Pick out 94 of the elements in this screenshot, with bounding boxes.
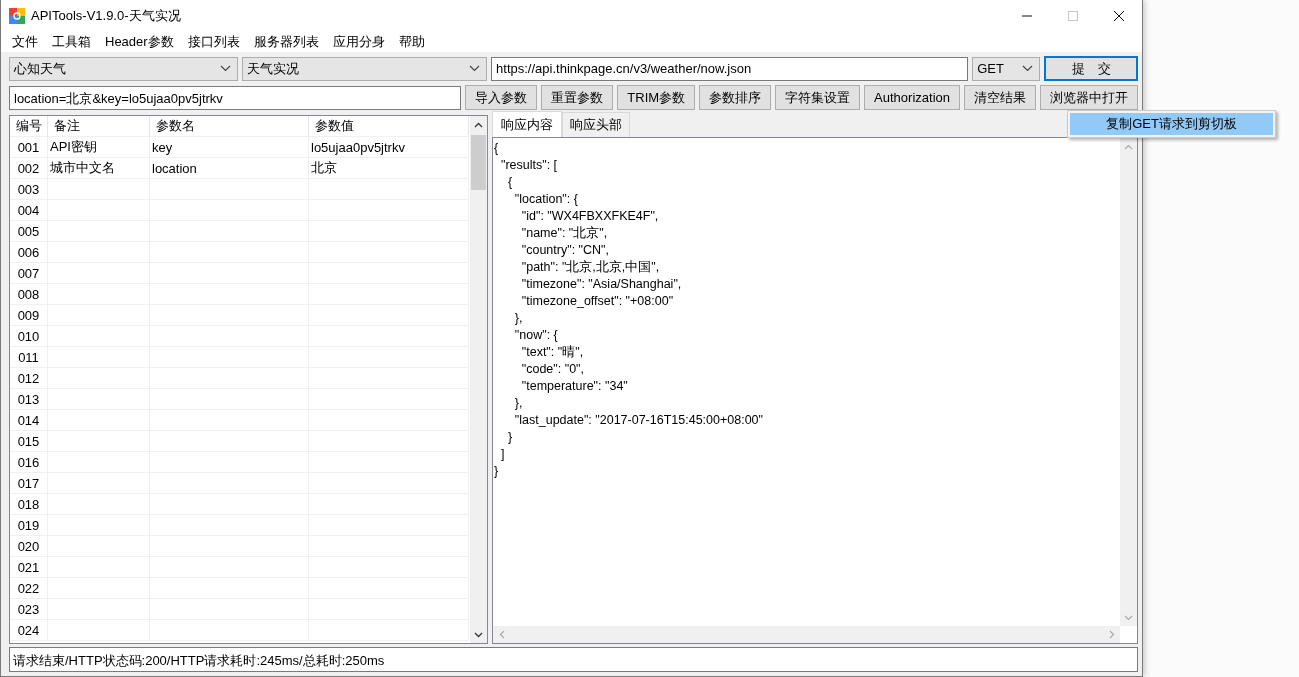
table-cell: 009 (10, 305, 48, 326)
table-cell: 007 (10, 263, 48, 284)
menu-item[interactable]: 应用分身 (325, 33, 392, 51)
window-title: APITools-V1.9.0-天气实况 (30, 7, 182, 25)
submit-button[interactable]: 提 交 (1044, 56, 1138, 81)
code-line: "results": [ (499, 158, 558, 172)
table-cell: 021 (10, 557, 48, 578)
toolbar-button[interactable]: 重置参数 (541, 85, 614, 110)
table-cell: 016 (10, 452, 48, 473)
table-cell: 015 (10, 431, 48, 452)
chevron-down-icon (469, 65, 481, 72)
table-cell: 004 (10, 200, 48, 221)
chevron-down-icon (1022, 65, 1033, 72)
menu-item[interactable]: 帮助 (391, 33, 432, 51)
table-cell: 018 (10, 494, 48, 515)
chevron-up-icon (474, 121, 483, 128)
table-cell: location (150, 158, 309, 179)
table-cell: 023 (10, 599, 48, 620)
table-cell: 008 (10, 284, 48, 305)
table-cell: 011 (10, 347, 48, 368)
toolbar-button[interactable]: 字符集设置 (775, 85, 861, 110)
toolbar-button[interactable]: 浏览器中打开 (1040, 85, 1138, 110)
table-cell: 001 (10, 137, 48, 158)
table-cell: 017 (10, 473, 48, 494)
table-cell: 020 (10, 536, 48, 557)
toolbar-button[interactable]: 导入参数 (465, 85, 538, 110)
code-line: "name": "北京", (520, 226, 608, 240)
code-line: "now": { (513, 328, 558, 342)
dropdown[interactable]: 心知天气 (9, 56, 238, 81)
app-logo-icon (9, 8, 25, 24)
column-header[interactable]: 备注 (48, 116, 150, 137)
code-line: }, (513, 311, 523, 325)
code-line: } (506, 430, 513, 444)
code-line: "path": "北京,北京,中国", (520, 260, 660, 274)
table-cell: 013 (10, 389, 48, 410)
column-header[interactable]: 编号 (10, 116, 48, 137)
code-line: "text": "晴", (520, 345, 584, 359)
table-cell: 北京 (309, 158, 469, 179)
code-line: "country": "CN", (520, 243, 609, 257)
menu-item[interactable]: 文件 (5, 33, 45, 51)
toolbar-button[interactable]: 参数排序 (699, 85, 772, 110)
dropdown[interactable]: 天气实况 (241, 56, 488, 81)
table-cell: API密钥 (48, 137, 150, 158)
chevron-down-icon (1124, 614, 1133, 621)
close-icon (1114, 11, 1124, 21)
toolbar-button[interactable]: 清空结果 (964, 85, 1036, 110)
table-cell: 010 (10, 326, 48, 347)
vertical-scrollbar[interactable] (470, 116, 487, 643)
code-line: "id": "WX4FBXXFKE4F", (520, 209, 659, 223)
menu-item[interactable]: 服务器列表 (246, 33, 326, 51)
menu-item[interactable]: Header参数 (98, 33, 181, 51)
table-cell: 019 (10, 515, 48, 536)
table-cell: 006 (10, 242, 48, 263)
code-line: ] (499, 447, 505, 461)
toolbar-button[interactable]: Authorization (864, 85, 960, 110)
code-line: }, (513, 396, 523, 410)
menu-item[interactable]: 工具箱 (45, 33, 98, 51)
chevron-down-icon (219, 65, 231, 72)
code-line: { (506, 175, 513, 189)
context-menu-item[interactable]: 复制GET请求到剪切板 (1070, 113, 1273, 135)
code-line: { (494, 141, 499, 155)
table-cell: 022 (10, 578, 48, 599)
column-header[interactable]: 参数值 (309, 116, 469, 137)
dropdown[interactable]: GET (972, 56, 1040, 81)
status-bar: 请求结束/HTTP状态码:200/HTTP请求耗时:245ms/总耗时:250ms (9, 647, 1138, 672)
table-cell: 003 (10, 179, 48, 200)
tab[interactable]: 响应头部 (562, 112, 630, 137)
table-cell: 014 (10, 410, 48, 431)
scrollbar-thumb[interactable] (471, 135, 486, 190)
code-line: "timezone": "Asia/Shanghai", (520, 277, 682, 291)
toolbar-button[interactable]: TRIM参数 (617, 85, 696, 110)
table-cell: 012 (10, 368, 48, 389)
table-cell: key (150, 137, 309, 158)
chevron-right-icon (1108, 630, 1115, 639)
url-field[interactable]: https://api.thinkpage.cn/v3/weather/now.json (491, 56, 969, 81)
chevron-up-icon (1124, 143, 1133, 150)
table-cell: lo5ujaa0pv5jtrkv (309, 137, 469, 158)
chevron-down-icon (474, 631, 483, 638)
chevron-left-icon (498, 630, 505, 639)
maximize-icon (1068, 11, 1078, 21)
menu-item[interactable]: 接口列表 (180, 33, 247, 51)
params-field[interactable]: location=北京&key=lo5ujaa0pv5jtrkv (9, 85, 462, 110)
table-cell: 002 (10, 158, 48, 179)
table-cell: 024 (10, 620, 48, 641)
code-line: } (494, 464, 499, 478)
table-cell: 城市中文名 (48, 158, 150, 179)
code-line: "location": { (513, 192, 578, 206)
code-line: "last_update": "2017-07-16T15:45:00+08:00" (513, 413, 763, 427)
column-header[interactable]: 参数名 (150, 116, 309, 137)
code-line: "code": "0", (520, 362, 584, 376)
code-line: "timezone_offset": "+08:00" (520, 294, 674, 308)
tab[interactable]: 响应内容 (492, 111, 562, 137)
table-cell: 005 (10, 221, 48, 242)
code-line: "temperature": "34" (520, 379, 628, 393)
